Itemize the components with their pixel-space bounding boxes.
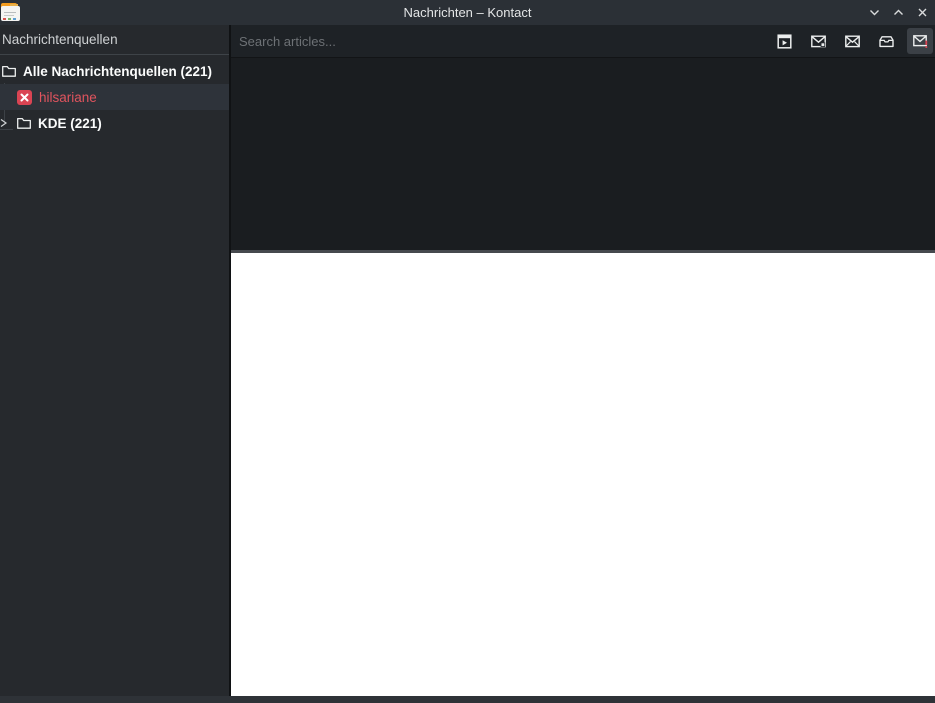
filter-new-button[interactable] — [805, 28, 831, 54]
mail-open-tray-icon — [878, 33, 895, 50]
article-filter-toolbar — [771, 28, 935, 54]
feed-item-label: hilsariane — [39, 89, 97, 105]
feed-item-kde[interactable]: KDE (221) — [0, 110, 229, 136]
feed-tree: Alle Nachrichtenquellen (221) hilsariane… — [0, 55, 229, 136]
folder-icon — [1, 63, 17, 79]
titlebar: Nachrichten – Kontact — [0, 0, 935, 25]
filter-unread-button[interactable] — [839, 28, 865, 54]
article-list[interactable] — [231, 58, 935, 250]
article-pane — [231, 25, 935, 696]
envelope-unread-icon — [844, 33, 861, 50]
play-box-icon — [776, 33, 793, 50]
feed-item-label: Alle Nachrichtenquellen (221) — [23, 63, 213, 79]
folder-icon — [16, 115, 32, 131]
search-bar — [231, 25, 935, 58]
filter-read-button[interactable] — [873, 28, 899, 54]
status-bar — [0, 696, 935, 703]
filter-important-button[interactable] — [907, 28, 933, 54]
feed-item-label: KDE (221) — [38, 115, 102, 131]
window-controls — [867, 0, 930, 25]
envelope-important-icon — [912, 33, 929, 50]
minimize-icon[interactable] — [867, 5, 882, 20]
maximize-icon[interactable] — [891, 5, 906, 20]
filter-all-button[interactable] — [771, 28, 797, 54]
search-input[interactable] — [231, 25, 771, 57]
chevron-right-icon[interactable] — [0, 115, 9, 131]
feed-list-pane: Nachrichtenquellen Alle Nachrichtenquell… — [0, 25, 229, 696]
feed-item-hilsariane[interactable]: hilsariane — [0, 84, 229, 130]
feed-list-header: Nachrichtenquellen — [0, 25, 229, 55]
article-viewer — [231, 253, 935, 696]
window-title: Nachrichten – Kontact — [403, 5, 532, 20]
envelope-new-icon — [810, 33, 827, 50]
feed-error-icon — [17, 89, 32, 105]
close-icon[interactable] — [915, 5, 930, 20]
feed-item-all-sources[interactable]: Alle Nachrichtenquellen (221) — [0, 58, 229, 84]
